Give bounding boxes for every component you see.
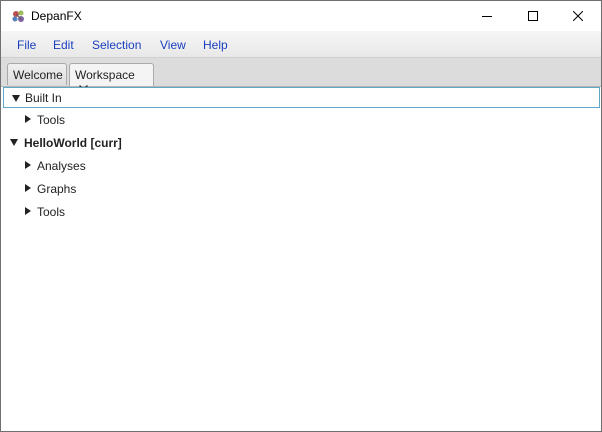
menu-file[interactable]: File: [17, 38, 36, 52]
menu-bar: File Edit Selection View Help: [1, 31, 601, 58]
tree-node-label: Graphs: [37, 182, 77, 196]
tree-node-built-in[interactable]: Built In: [3, 87, 600, 108]
tree-node-helloworld[interactable]: HelloWorld [curr]: [1, 132, 601, 154]
tree-node-label: Tools: [37, 113, 66, 127]
tree-node-label: HelloWorld [curr]: [24, 136, 122, 150]
collapse-arrow-icon[interactable]: [25, 115, 31, 123]
expand-arrow-icon[interactable]: [12, 95, 20, 102]
tree-node-label: Built In: [25, 91, 62, 105]
window-title: DepanFX: [31, 9, 82, 23]
menu-selection[interactable]: Selection: [92, 38, 141, 52]
title-bar[interactable]: DepanFX: [1, 1, 601, 31]
maximize-icon: [528, 11, 538, 21]
tab-bar: Welcome Workspace: [1, 58, 601, 94]
app-icon: [12, 10, 24, 22]
collapse-arrow-icon[interactable]: [25, 161, 31, 169]
menu-help[interactable]: Help: [203, 38, 228, 52]
collapse-arrow-icon[interactable]: [25, 207, 31, 215]
tab-label: Welcome: [13, 68, 63, 82]
maximize-button[interactable]: [510, 1, 556, 31]
tree-node-analyses[interactable]: Analyses: [1, 155, 601, 177]
tab-welcome[interactable]: Welcome: [7, 63, 67, 85]
close-window-button[interactable]: [555, 1, 601, 31]
menu-edit[interactable]: Edit: [53, 38, 74, 52]
tree-node-label: Tools: [37, 205, 66, 219]
app-window: DepanFX File Edit Selection View Help We…: [0, 0, 602, 432]
workspace-tree[interactable]: Built In Tools HelloWorld [curr] Analyse…: [1, 87, 601, 431]
minimize-icon: [482, 16, 492, 17]
tree-node-label: Analyses: [37, 159, 86, 173]
tab-workspace[interactable]: Workspace: [69, 63, 154, 94]
expand-arrow-icon[interactable]: [10, 139, 18, 146]
tree-node-graphs[interactable]: Graphs: [1, 178, 601, 200]
menu-view[interactable]: View: [160, 38, 186, 52]
minimize-button[interactable]: [464, 1, 510, 31]
tree-node-built-in-tools[interactable]: Tools: [1, 109, 601, 131]
collapse-arrow-icon[interactable]: [25, 184, 31, 192]
tree-node-helloworld-tools[interactable]: Tools: [1, 201, 601, 223]
tab-label: Workspace: [75, 68, 135, 82]
close-icon: [573, 11, 583, 21]
